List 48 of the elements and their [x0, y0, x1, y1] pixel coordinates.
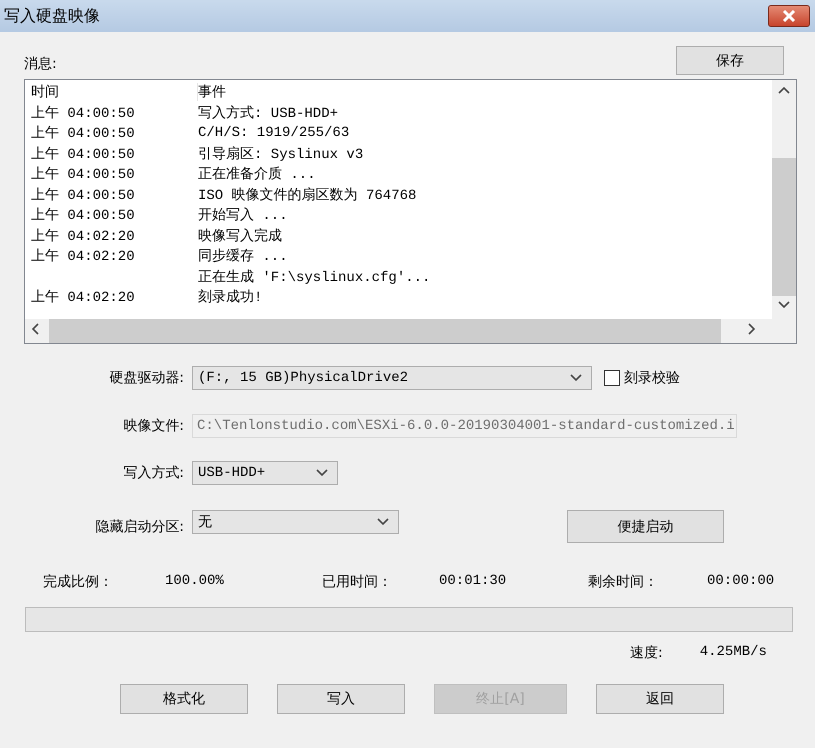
quick-boot-button[interactable]: 便捷启动: [567, 510, 724, 543]
event-cell-text: 引导扇区: Syslinux v3: [198, 145, 364, 163]
write-mode-dropdown[interactable]: USB-HDD+: [192, 461, 338, 485]
time-cell-text: 上午 04:00:50: [31, 146, 136, 163]
action-button[interactable]: 格式化: [120, 684, 248, 714]
checkbox-label: 刻录校验: [624, 369, 680, 387]
column-header[interactable]: 时间: [31, 83, 198, 102]
time-cell-text: 上午 04:00:50: [31, 124, 136, 142]
speed-label: 速度:: [630, 644, 663, 662]
stat-value: 100.00%: [165, 573, 225, 591]
stat-label: 剩余时间：: [588, 573, 659, 591]
hidden-partition-dropdown[interactable]: 无: [192, 510, 399, 534]
event-cell-text: 同步缓存 ...: [198, 247, 289, 266]
time-cell-text: 上午 04:02:20: [31, 288, 136, 306]
event-cell-text: 映像写入完成: [198, 227, 283, 245]
event-cell-text: 写入方式: USB-HDD+: [198, 104, 340, 122]
save-button[interactable]: 保存: [676, 46, 784, 75]
field-label: 写入方式:: [122, 464, 185, 482]
event-cell-text: C/H/S: 1919/255/63: [198, 125, 350, 142]
time-cell-text: 上午 04:00:50: [31, 104, 136, 122]
event-cell-text: 开始写入 ...: [198, 206, 289, 224]
column-header[interactable]: 事件: [198, 83, 772, 102]
action-button[interactable]: 返回: [596, 684, 724, 714]
field-label: 硬盘驱动器:: [108, 369, 185, 387]
drive-dropdown[interactable]: (F:, 15 GB)PhysicalDrive2: [192, 366, 592, 390]
time-cell-text: 上午 04:00:50: [31, 206, 136, 224]
messages-label: 消息:: [24, 55, 57, 73]
stat-label: 已用时间：: [322, 573, 393, 591]
event-cell-text: ISO 映像文件的扇区数为 764768: [198, 186, 418, 204]
scroll-thumb[interactable]: [772, 158, 796, 296]
close-icon: [782, 10, 796, 22]
close-button[interactable]: [768, 5, 810, 27]
time-cell-text: 上午 04:02:20: [31, 248, 136, 266]
field-label: 隐藏启动分区:: [94, 518, 185, 536]
event-cell-text: 正在准备介质 ...: [198, 166, 317, 184]
event-cell-text: 正在生成 'F:\syslinux.cfg'...: [198, 268, 432, 286]
stat-value: 00:00:00: [707, 573, 776, 591]
event-cell-text: 刻录成功!: [198, 288, 264, 306]
stat-label: 完成比例：: [43, 573, 114, 591]
window-title: 写入硬盘映像: [4, 6, 100, 26]
verify-checkbox[interactable]: [604, 370, 620, 386]
time-cell-text: 上午 04:02:20: [31, 228, 136, 245]
time-cell-text: 上午 04:00:50: [31, 166, 136, 184]
action-button[interactable]: 写入: [277, 684, 405, 714]
time-cell-text: 上午 04:00:50: [31, 186, 136, 204]
stat-value: 00:01:30: [439, 573, 508, 591]
speed-value: 4.25MB/s: [700, 644, 767, 662]
field-label: 映像文件:: [122, 417, 185, 435]
